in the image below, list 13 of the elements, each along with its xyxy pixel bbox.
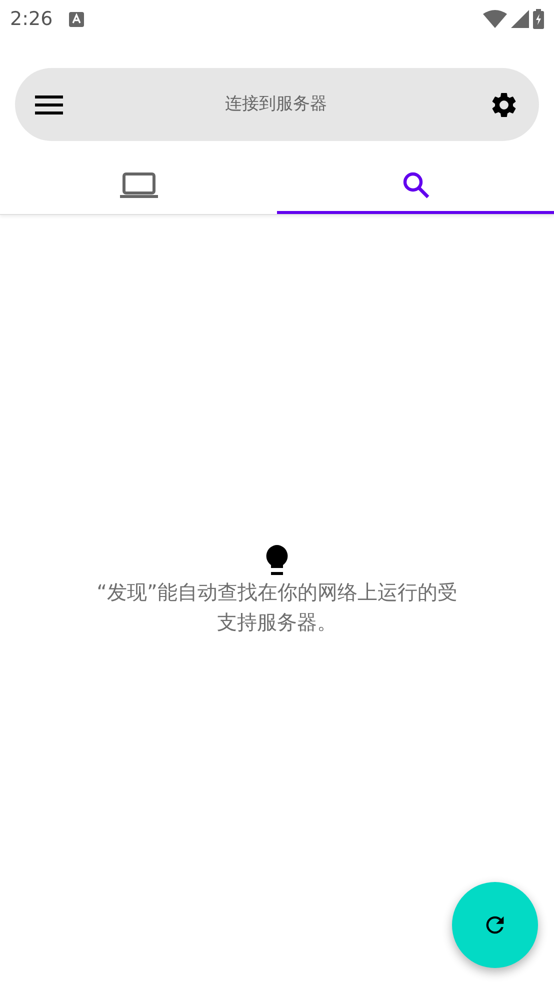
search-bar[interactable]: 连接到服务器 (15, 68, 539, 141)
search-icon (402, 171, 430, 199)
wifi-icon (483, 10, 507, 28)
menu-icon (35, 95, 63, 116)
lightbulb-icon (265, 545, 289, 577)
keyboard-notification-icon (68, 12, 84, 26)
battery-icon (533, 9, 544, 29)
menu-button[interactable] (35, 92, 63, 116)
empty-state-message: “发现”能自动查找在你的网络上运行的受支持服务器。 (96, 579, 458, 636)
search-bar-title: 连接到服务器 (225, 92, 327, 116)
status-time: 2:26 (10, 6, 53, 32)
signal-icon (511, 10, 529, 28)
laptop-icon (120, 172, 158, 198)
